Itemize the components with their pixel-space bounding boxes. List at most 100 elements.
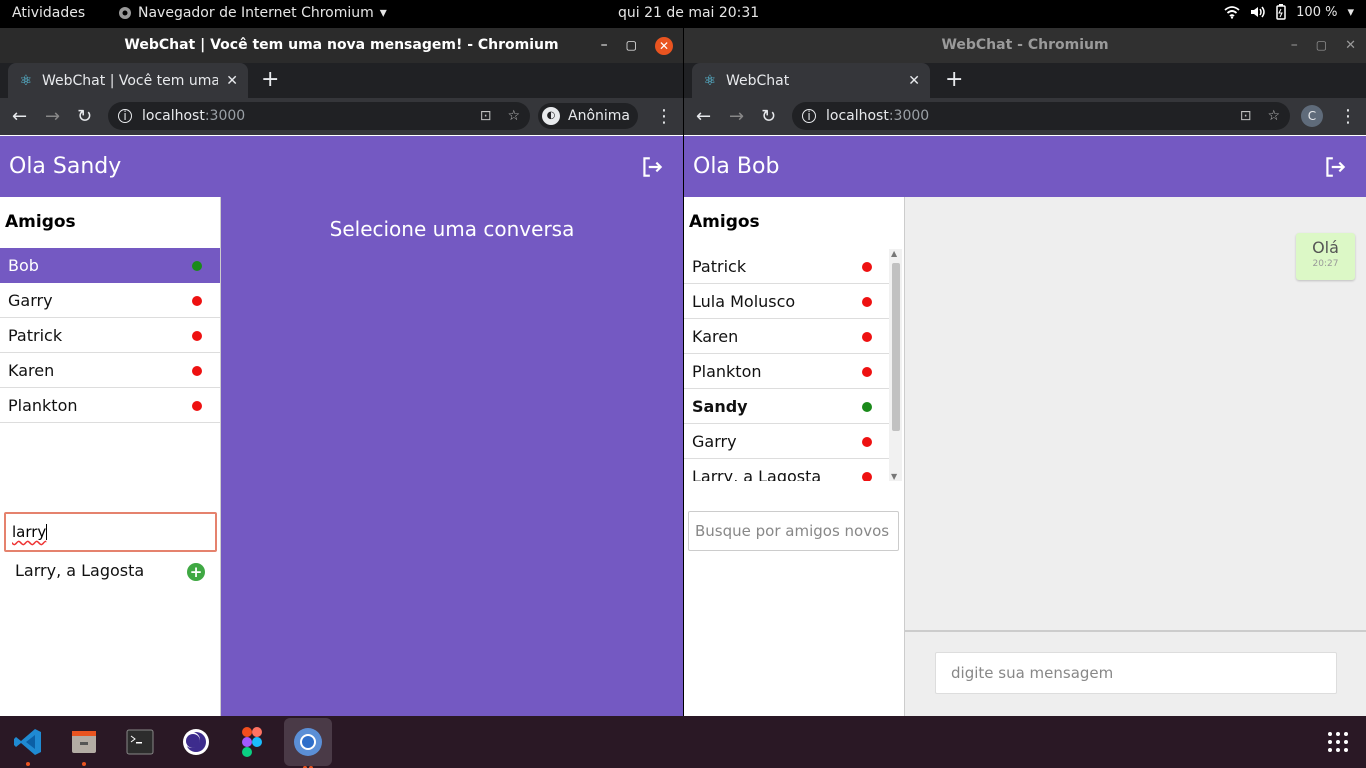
friend-name: Karen xyxy=(8,360,55,380)
tab-strip: ⚛ WebChat ✕ + xyxy=(684,63,1366,98)
friends-scrollbar[interactable]: ▲ ▼ xyxy=(889,249,902,481)
scroll-down-arrow-icon[interactable]: ▼ xyxy=(891,472,897,481)
system-tray[interactable]: 100 % ▾ xyxy=(1224,4,1354,20)
status-offline-icon xyxy=(862,472,872,481)
reload-button[interactable]: ↻ xyxy=(761,106,776,127)
tab-webchat[interactable]: ⚛ WebChat | Você tem uma nova mensagem! … xyxy=(8,63,248,98)
menu-kebab-icon[interactable]: ⋮ xyxy=(655,106,673,127)
friend-item-garry[interactable]: Garry xyxy=(684,424,890,459)
vscode-icon[interactable] xyxy=(8,722,48,766)
friend-item-lula-molusco[interactable]: Lula Molusco xyxy=(684,284,890,319)
translate-icon[interactable]: ⊡ xyxy=(1240,108,1252,124)
status-online-icon xyxy=(192,261,202,271)
maximize-button[interactable]: ▢ xyxy=(626,28,637,63)
friend-item-larry[interactable]: Larry, a Lagosta xyxy=(684,459,890,481)
friend-item-karen[interactable]: Karen xyxy=(684,319,890,354)
chromium-icon[interactable] xyxy=(284,718,332,768)
figma-icon[interactable] xyxy=(232,722,272,762)
message-time: 20:27 xyxy=(1312,259,1339,269)
incognito-profile[interactable]: ◐ Anônima xyxy=(538,103,638,129)
back-button[interactable]: ← xyxy=(696,106,711,127)
search-placeholder: Busque por amigos novos xyxy=(695,522,890,540)
forward-button[interactable]: → xyxy=(729,106,744,127)
friend-item-patrick[interactable]: Patrick xyxy=(684,249,890,284)
app-header: Ola Sandy xyxy=(0,136,683,197)
address-bar[interactable]: i localhost:3000 ⊡ ☆ xyxy=(108,102,530,130)
logout-icon[interactable] xyxy=(639,154,665,180)
back-button[interactable]: ← xyxy=(12,106,27,127)
add-friend-icon[interactable]: + xyxy=(187,563,205,581)
search-suggestion[interactable]: Larry, a Lagosta xyxy=(15,561,144,580)
message-composer: digite sua mensagem xyxy=(905,630,1366,716)
friend-item-bob[interactable]: Bob xyxy=(0,248,220,283)
terminal-icon[interactable] xyxy=(120,722,160,762)
bookmark-star-icon[interactable]: ☆ xyxy=(507,108,520,124)
tab-close-icon[interactable]: ✕ xyxy=(226,73,238,89)
menu-kebab-icon[interactable]: ⋮ xyxy=(1339,106,1357,127)
chromium-small-icon xyxy=(119,7,131,19)
close-button[interactable]: ✕ xyxy=(655,36,673,55)
new-tab-button[interactable]: + xyxy=(945,67,963,92)
page-content: Ola Bob Amigos Patrick Lula Molusco Kare… xyxy=(684,136,1366,716)
scroll-up-arrow-icon[interactable]: ▲ xyxy=(891,249,897,258)
toolbar: ← → ↻ i localhost:3000 ⊡ ☆ ◐ Anônima ⋮ xyxy=(0,98,683,135)
info-icon[interactable]: i xyxy=(118,109,132,123)
maximize-button[interactable]: ▢ xyxy=(1316,28,1327,63)
clock[interactable]: qui 21 de mai 20:31 xyxy=(618,5,759,21)
message-input[interactable]: digite sua mensagem xyxy=(935,652,1337,694)
tab-close-icon[interactable]: ✕ xyxy=(908,73,920,89)
friend-item-patrick[interactable]: Patrick xyxy=(0,318,220,353)
friend-name: Karen xyxy=(692,326,739,346)
reload-button[interactable]: ↻ xyxy=(77,106,92,127)
new-tab-button[interactable]: + xyxy=(261,67,279,92)
battery-label: 100 % xyxy=(1296,4,1338,20)
minimize-button[interactable]: – xyxy=(1291,28,1298,63)
friend-item-plankton[interactable]: Plankton xyxy=(684,354,890,389)
react-icon: ⚛ xyxy=(19,72,33,89)
friend-item-karen[interactable]: Karen xyxy=(0,353,220,388)
suggestion-name: Larry, a Lagosta xyxy=(15,561,145,580)
app-grid-icon[interactable] xyxy=(1318,722,1358,762)
app-menu-label: Navegador de Internet Chromium xyxy=(138,5,374,21)
address-bar[interactable]: i localhost:3000 ⊡ ☆ xyxy=(792,102,1290,130)
scrollbar-thumb[interactable] xyxy=(892,263,900,431)
friend-search-input[interactable]: Busque por amigos novos xyxy=(688,511,899,551)
close-button[interactable]: ✕ xyxy=(1345,28,1356,63)
bookmark-star-icon[interactable]: ☆ xyxy=(1267,108,1280,124)
react-icon: ⚛ xyxy=(703,72,717,89)
status-online-icon xyxy=(862,402,872,412)
title-bar[interactable]: WebChat | Você tem uma nova mensagem! - … xyxy=(0,28,683,63)
friend-item-plankton[interactable]: Plankton xyxy=(0,388,220,423)
app-menu[interactable]: Navegador de Internet Chromium ▾ xyxy=(118,5,387,21)
eclipse-icon[interactable] xyxy=(176,722,216,762)
message-placeholder: digite sua mensagem xyxy=(951,664,1114,682)
select-conversation-text: Selecione uma conversa xyxy=(329,217,575,241)
profile-avatar[interactable]: C xyxy=(1301,105,1323,127)
translate-icon[interactable]: ⊡ xyxy=(480,108,492,124)
minimize-button[interactable]: – xyxy=(601,28,608,63)
conversation-placeholder: Selecione uma conversa xyxy=(221,197,683,716)
info-icon[interactable]: i xyxy=(802,109,816,123)
friend-name: Lula Molusco xyxy=(692,291,796,311)
page-content: Ola Sandy Amigos Bob Garry Patrick Karen… xyxy=(0,136,683,716)
forward-button[interactable]: → xyxy=(45,106,60,127)
files-icon[interactable] xyxy=(64,722,104,766)
status-offline-icon xyxy=(862,297,872,307)
friend-search-input[interactable]: larry xyxy=(4,512,217,552)
logout-icon[interactable] xyxy=(1322,154,1348,180)
tab-webchat[interactable]: ⚛ WebChat ✕ xyxy=(692,63,930,98)
running-indicator xyxy=(82,762,86,766)
dropdown-arrow-icon: ▾ xyxy=(379,5,387,21)
friend-item-garry[interactable]: Garry xyxy=(0,283,220,318)
wifi-icon xyxy=(1224,6,1240,19)
friend-name: Larry, a Lagosta xyxy=(692,466,822,482)
incognito-icon: ◐ xyxy=(542,107,560,125)
running-indicator xyxy=(26,762,30,766)
title-bar[interactable]: WebChat - Chromium – ▢ ✕ xyxy=(684,28,1366,63)
activities-button[interactable]: Atividades xyxy=(12,5,85,21)
friends-list[interactable]: Patrick Lula Molusco Karen Plankton Sand… xyxy=(684,249,890,481)
url-port: :3000 xyxy=(204,108,246,124)
status-offline-icon xyxy=(862,437,872,447)
friend-item-sandy[interactable]: Sandy xyxy=(684,389,890,424)
status-offline-icon xyxy=(862,262,872,272)
